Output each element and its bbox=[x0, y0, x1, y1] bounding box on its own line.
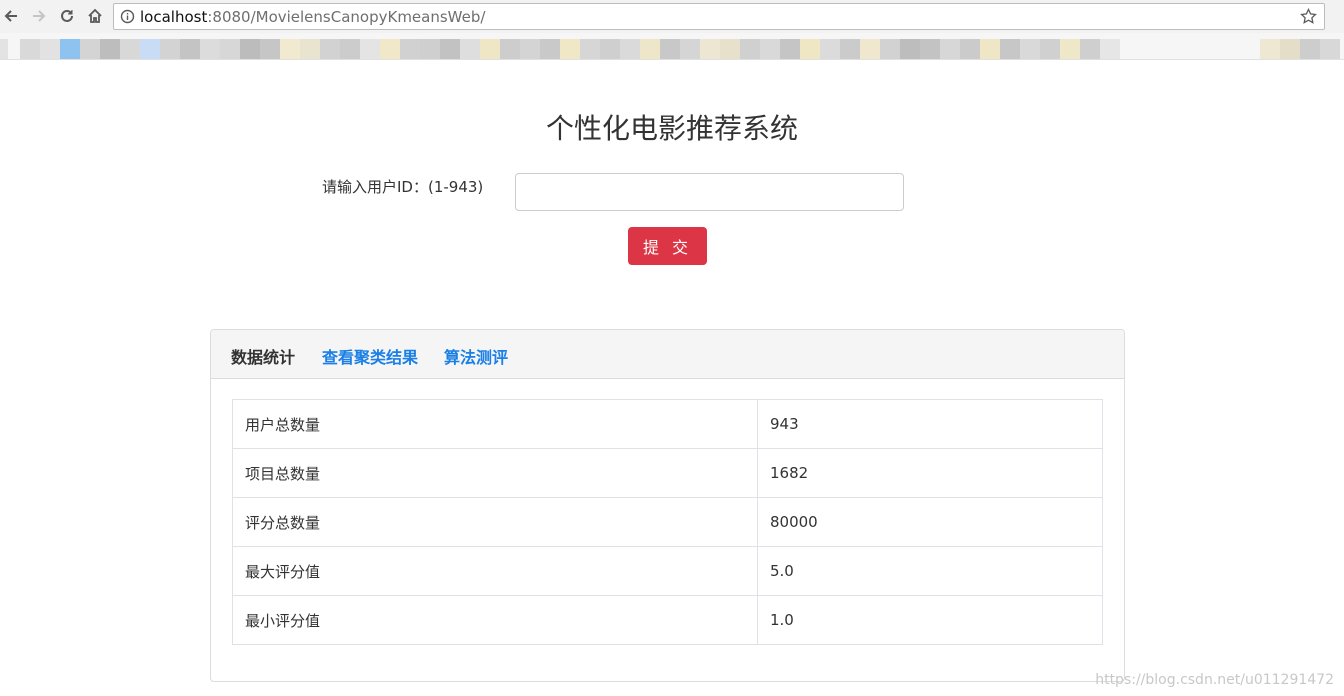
bookmark-blurred[interactable] bbox=[1320, 39, 1340, 59]
table-row: 评分总数量 80000 bbox=[232, 497, 1103, 547]
bookmark-blurred[interactable] bbox=[200, 39, 220, 59]
table-row: 最小评分值 1.0 bbox=[232, 595, 1103, 645]
browser-toolbar: localhost:8080/MovielensCanopyKmeansWeb/ bbox=[0, 0, 1344, 33]
bookmark-blurred[interactable] bbox=[1100, 39, 1120, 59]
stat-label: 项目总数量 bbox=[232, 448, 758, 498]
tab-clustering-results[interactable]: 查看聚类结果 bbox=[322, 344, 418, 368]
bookmark-blurred[interactable] bbox=[120, 39, 140, 59]
bookmark-blurred[interactable] bbox=[100, 39, 120, 59]
bookmark-blurred[interactable] bbox=[700, 39, 720, 59]
bookmark-blurred[interactable] bbox=[720, 39, 740, 59]
card-header-tabs: 数据统计 查看聚类结果 算法测评 bbox=[211, 330, 1124, 379]
bookmark-blurred[interactable] bbox=[260, 39, 280, 59]
submit-button[interactable]: 提 交 bbox=[628, 227, 707, 265]
url-path: :8080/MovielensCanopyKmeansWeb/ bbox=[207, 8, 486, 26]
bookmark-blurred[interactable] bbox=[1040, 39, 1060, 59]
stat-value: 1682 bbox=[757, 448, 1103, 498]
bookmark-blurred[interactable] bbox=[600, 39, 620, 59]
star-icon[interactable] bbox=[1300, 8, 1317, 25]
bookmark-blurred[interactable] bbox=[240, 39, 260, 59]
stats-table: 用户总数量 943 项目总数量 1682 评分总数量 80000 最大评分值 5… bbox=[232, 399, 1103, 645]
bookmark-blurred[interactable] bbox=[520, 39, 540, 59]
tab-data-statistics[interactable]: 数据统计 bbox=[231, 344, 295, 368]
stat-value: 5.0 bbox=[757, 546, 1103, 596]
home-icon[interactable] bbox=[84, 5, 106, 27]
table-row: 用户总数量 943 bbox=[232, 399, 1103, 449]
bookmark-blurred[interactable] bbox=[60, 39, 80, 59]
bookmark-blurred[interactable] bbox=[420, 39, 440, 59]
stat-label: 最大评分值 bbox=[232, 546, 758, 596]
stats-card: 数据统计 查看聚类结果 算法测评 用户总数量 943 项目总数量 1682 评分… bbox=[210, 329, 1125, 682]
bookmark-blurred[interactable] bbox=[380, 39, 400, 59]
bookmark-blurred[interactable] bbox=[280, 39, 300, 59]
bookmark-blurred[interactable] bbox=[320, 39, 340, 59]
bookmark-blurred[interactable] bbox=[1260, 39, 1280, 59]
back-icon[interactable] bbox=[0, 5, 22, 27]
stat-value: 80000 bbox=[757, 497, 1103, 547]
bookmark-blurred[interactable] bbox=[840, 39, 860, 59]
bookmark-blurred[interactable] bbox=[1020, 39, 1040, 59]
tab-algorithm-evaluation[interactable]: 算法测评 bbox=[444, 344, 508, 368]
bookmark-blurred[interactable] bbox=[500, 39, 520, 59]
bookmark-blurred[interactable] bbox=[40, 39, 60, 59]
bookmark-blurred[interactable] bbox=[140, 39, 160, 59]
bookmark-blurred[interactable] bbox=[620, 39, 640, 59]
url-text: localhost:8080/MovielensCanopyKmeansWeb/ bbox=[140, 8, 485, 26]
bookmark-blurred[interactable] bbox=[360, 39, 380, 59]
stat-value: 1.0 bbox=[757, 595, 1103, 645]
bookmark-blurred[interactable] bbox=[1300, 39, 1320, 59]
bookmark-blurred[interactable] bbox=[800, 39, 820, 59]
info-icon[interactable] bbox=[120, 9, 135, 24]
bookmark-blurred[interactable] bbox=[0, 39, 8, 59]
bookmark-blurred[interactable] bbox=[1280, 39, 1300, 59]
stat-value: 943 bbox=[757, 399, 1103, 449]
bookmark-blurred[interactable] bbox=[160, 39, 180, 59]
bookmark-blurred[interactable] bbox=[740, 39, 760, 59]
address-bar[interactable]: localhost:8080/MovielensCanopyKmeansWeb/ bbox=[113, 3, 1325, 30]
bookmark-blurred[interactable] bbox=[760, 39, 780, 59]
bookmarks-bar bbox=[0, 33, 1344, 60]
bookmark-blurred[interactable] bbox=[860, 39, 880, 59]
bookmark-blurred[interactable] bbox=[1060, 39, 1080, 59]
bookmark-blurred[interactable] bbox=[1080, 39, 1100, 59]
bookmark-blurred[interactable] bbox=[560, 39, 580, 59]
bookmark-blurred[interactable] bbox=[980, 39, 1000, 59]
bookmark-blurred[interactable] bbox=[340, 39, 360, 59]
bookmark-blurred[interactable] bbox=[640, 39, 660, 59]
bookmark-blurred[interactable] bbox=[900, 39, 920, 59]
user-id-input[interactable] bbox=[515, 173, 904, 211]
url-host: localhost bbox=[140, 8, 208, 26]
bookmark-blurred[interactable] bbox=[440, 39, 460, 59]
bookmark-blurred[interactable] bbox=[400, 39, 420, 59]
stat-label: 最小评分值 bbox=[232, 595, 758, 645]
stat-label: 用户总数量 bbox=[232, 399, 758, 449]
bookmark-blurred[interactable] bbox=[300, 39, 320, 59]
bookmark-blurred[interactable] bbox=[820, 39, 840, 59]
bookmark-blurred[interactable] bbox=[580, 39, 600, 59]
bookmark-blurred[interactable] bbox=[220, 39, 240, 59]
bookmark-blurred[interactable] bbox=[1000, 39, 1020, 59]
bookmark-blurred[interactable] bbox=[460, 39, 480, 59]
bookmark-blurred[interactable] bbox=[20, 39, 40, 59]
bookmark-blurred[interactable] bbox=[660, 39, 680, 59]
bookmark-blurred[interactable] bbox=[780, 39, 800, 59]
table-row: 最大评分值 5.0 bbox=[232, 546, 1103, 596]
bookmark-blurred[interactable] bbox=[920, 39, 940, 59]
reload-icon[interactable] bbox=[56, 5, 78, 27]
bookmark-blurred[interactable] bbox=[680, 39, 700, 59]
stat-label: 评分总数量 bbox=[232, 497, 758, 547]
table-row: 项目总数量 1682 bbox=[232, 448, 1103, 498]
bookmark-blurred[interactable] bbox=[880, 39, 900, 59]
bookmark-blurred[interactable] bbox=[960, 39, 980, 59]
bookmark-blurred[interactable] bbox=[540, 39, 560, 59]
bookmark-blurred[interactable] bbox=[80, 39, 100, 59]
forward-icon[interactable] bbox=[28, 5, 50, 27]
bookmark-blurred[interactable] bbox=[940, 39, 960, 59]
page-title: 个性化电影推荐系统 bbox=[545, 112, 798, 145]
bookmark-blurred[interactable] bbox=[180, 39, 200, 59]
bookmark-blurred[interactable] bbox=[480, 39, 500, 59]
watermark: https://blog.csdn.net/u011291472 bbox=[1095, 672, 1334, 688]
user-id-label: 请输入用户ID：(1-943) bbox=[322, 178, 484, 196]
